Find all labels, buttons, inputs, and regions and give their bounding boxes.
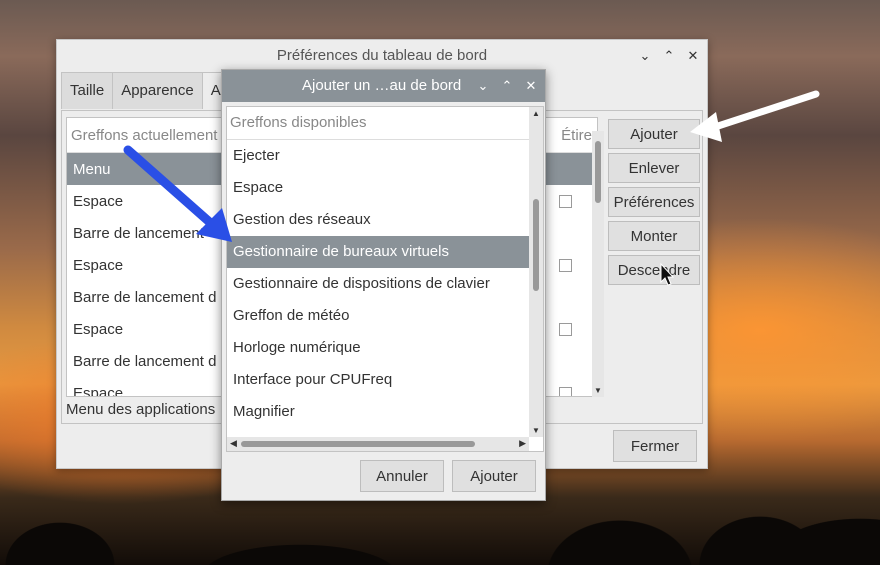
list-item[interactable]: Espace [227, 172, 543, 204]
list-item[interactable]: Gestionnaire de dispositions de clavier [227, 268, 543, 300]
window-title-bar[interactable]: Préférences du tableau de bord ⌄ ⌃ ✕ [57, 40, 707, 72]
stretch-checkbox[interactable] [559, 258, 572, 272]
plugin-actions: Ajouter Enlever Préférences Monter Desce… [608, 119, 700, 285]
list-item[interactable]: Greffon de météo [227, 300, 543, 332]
list-item[interactable]: Gestion des réseaux [227, 204, 543, 236]
cancel-button[interactable]: Annuler [360, 460, 444, 492]
current-plugins-scrollbar[interactable]: ▼ [592, 131, 604, 397]
scroll-left-icon[interactable]: ◀ [230, 438, 237, 449]
tab-bar: Taille Apparence A [61, 72, 230, 110]
close-icon[interactable]: ✕ [523, 78, 539, 94]
close-button[interactable]: Fermer [613, 430, 697, 462]
dialog-title: Ajouter un …au de bord [302, 77, 462, 94]
list-item[interactable]: Horloge numérique [227, 332, 543, 364]
scroll-down-icon[interactable]: ▼ [532, 426, 540, 435]
scroll-up-icon[interactable]: ▲ [532, 109, 540, 118]
white-arrow-icon [690, 90, 820, 142]
minimize-icon[interactable]: ⌄ [637, 48, 653, 64]
add-plugin-dialog: Ajouter un …au de bord ⌄ ⌃ ✕ Greffons di… [221, 69, 546, 501]
stretch-checkbox[interactable] [559, 386, 572, 396]
list-item[interactable]: Magnifier [227, 396, 543, 428]
scrollbar-thumb[interactable] [595, 141, 601, 203]
window-title: Préférences du tableau de bord [276, 47, 488, 64]
tab-size[interactable]: Taille [61, 72, 114, 109]
list-item-selected[interactable]: Gestionnaire de bureaux virtuels [227, 236, 529, 268]
maximize-icon[interactable]: ⌃ [661, 48, 677, 64]
scrollbar-thumb[interactable] [241, 441, 475, 447]
stretch-checkbox[interactable] [559, 322, 572, 336]
close-icon[interactable]: ✕ [685, 48, 701, 64]
minimize-icon[interactable]: ⌄ [475, 78, 491, 94]
dialog-title-bar[interactable]: Ajouter un …au de bord ⌄ ⌃ ✕ [222, 70, 545, 102]
plugin-description: Menu des applications [66, 401, 216, 418]
available-plugins-hscrollbar[interactable]: ◀ ▶ [227, 437, 529, 451]
stretch-column-header: Étirer [561, 126, 597, 144]
tab-appearance[interactable]: Apparence [112, 72, 203, 109]
scroll-right-icon[interactable]: ▶ [519, 438, 526, 449]
scrollbar-thumb[interactable] [533, 199, 539, 291]
plugin-preferences-button[interactable]: Préférences [608, 187, 700, 217]
move-up-button[interactable]: Monter [608, 221, 700, 251]
add-button[interactable]: Ajouter [452, 460, 536, 492]
scroll-down-icon[interactable]: ▼ [594, 386, 602, 395]
move-down-button[interactable]: Descendre [608, 255, 700, 285]
maximize-icon[interactable]: ⌃ [499, 78, 515, 94]
stretch-checkbox[interactable] [559, 194, 572, 208]
list-item[interactable]: Ejecter [227, 140, 543, 172]
remove-plugin-button[interactable]: Enlever [608, 153, 700, 183]
available-plugins-header: Greffons disponibles [227, 107, 543, 140]
available-plugins-vscrollbar[interactable]: ▲ ▼ [529, 107, 543, 437]
list-item[interactable]: Interface pour CPUFreq [227, 364, 543, 396]
add-plugin-button[interactable]: Ajouter [608, 119, 700, 149]
available-plugins-list[interactable]: Greffons disponibles Ejecter Espace Gest… [226, 106, 544, 452]
